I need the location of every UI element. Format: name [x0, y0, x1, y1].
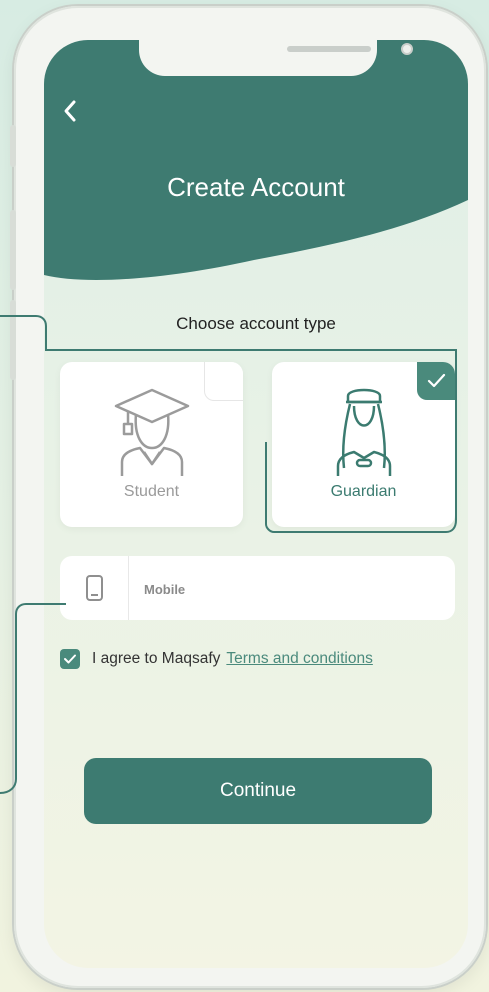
checkmark-icon: [427, 373, 446, 388]
guardian-label: Guardian: [330, 483, 397, 500]
student-label: Student: [123, 483, 180, 500]
mobile-phone-icon: [86, 575, 103, 601]
mobile-icon-container: [60, 556, 129, 620]
account-type-student[interactable]: Student: [60, 362, 243, 527]
phone-side-button: [10, 210, 16, 290]
graduate-icon: [114, 388, 189, 476]
back-button[interactable]: [58, 96, 84, 126]
camera-dot: [401, 43, 413, 55]
account-type-prompt: Choose account type: [176, 314, 336, 333]
account-type-guardian[interactable]: Guardian: [272, 362, 455, 527]
app-screen: Create Account Choose account type Stude…: [44, 40, 468, 968]
agree-text: I agree to Maqsafy: [92, 650, 221, 667]
checkmark-icon: [64, 654, 76, 664]
phone-side-button: [10, 300, 16, 380]
guardian-icon: [336, 388, 391, 476]
guardian-checkbox[interactable]: [417, 362, 455, 400]
phone-side-button: [10, 125, 16, 167]
speaker-grill: [287, 46, 371, 52]
header-wave: [44, 40, 468, 280]
agree-checkbox[interactable]: [60, 649, 80, 669]
mobile-field[interactable]: [60, 556, 455, 622]
terms-link[interactable]: Terms and conditions: [226, 650, 372, 668]
mobile-input[interactable]: [142, 556, 446, 622]
chevron-left-icon: [64, 100, 76, 122]
terms-agreement-row: I agree to Maqsafy Terms and conditions: [60, 647, 373, 671]
device-notch: [139, 40, 413, 76]
continue-button[interactable]: Continue: [84, 758, 432, 824]
student-checkbox[interactable]: [204, 362, 243, 401]
page-title: Create Account: [167, 172, 345, 202]
